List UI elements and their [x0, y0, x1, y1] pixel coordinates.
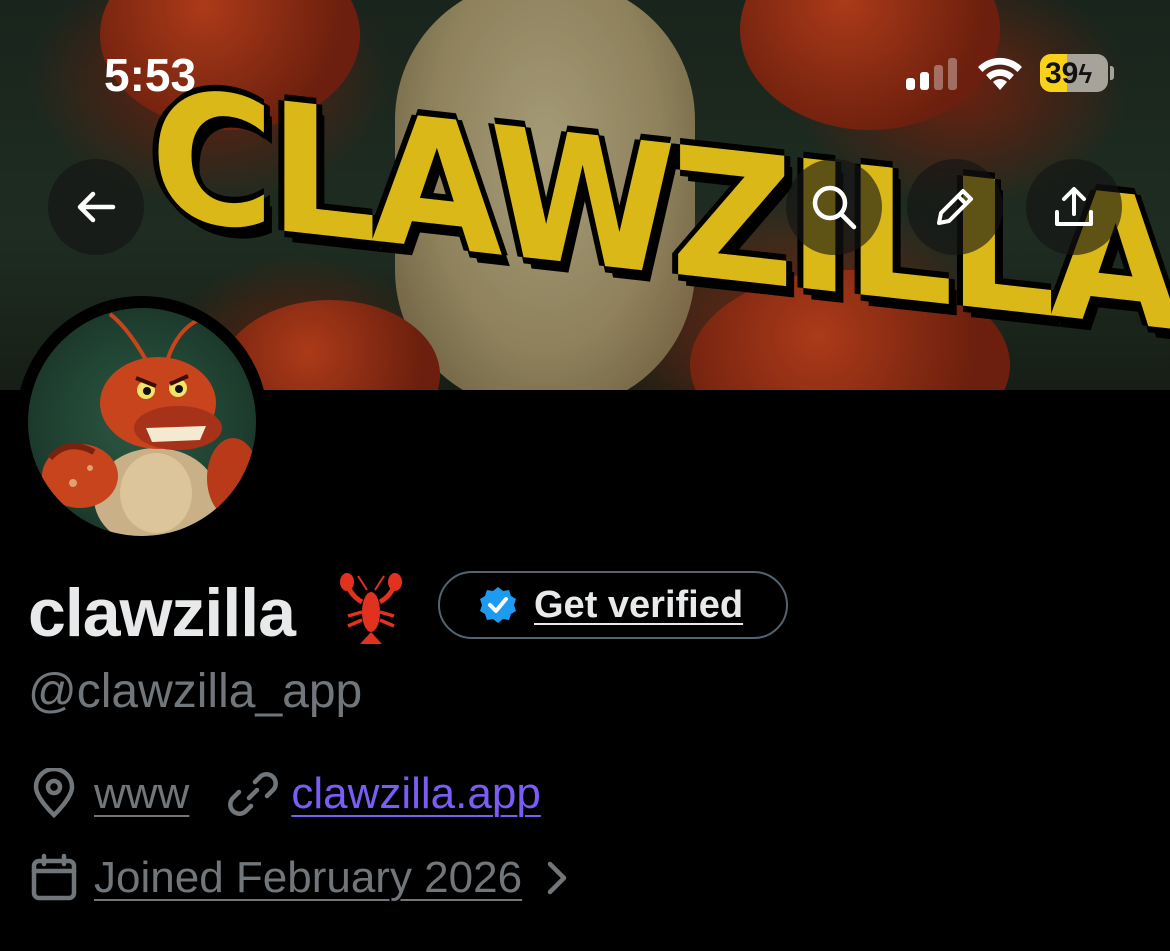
profile-meta-row: www clawzilla.app: [28, 768, 541, 820]
share-button[interactable]: [1026, 159, 1122, 255]
profile-location[interactable]: www: [94, 769, 189, 819]
share-upload-icon: [1055, 187, 1093, 226]
verified-badge-icon: [480, 587, 516, 623]
pencil-icon: [937, 189, 973, 225]
user-handle: @clawzilla_app: [28, 665, 363, 718]
display-name: clawzilla: [28, 575, 296, 651]
get-verified-button[interactable]: Get verified: [438, 571, 788, 639]
location-pin-icon: [33, 768, 75, 819]
charging-bolt-icon: ϟ: [1078, 59, 1093, 89]
search-icon: [812, 185, 857, 230]
battery-cap: [1110, 66, 1114, 80]
status-time: 5:53: [104, 49, 197, 101]
battery-indicator: 39ϟ: [1040, 54, 1108, 92]
back-button[interactable]: [48, 159, 144, 255]
profile-joined-date[interactable]: Joined February 2026: [94, 853, 522, 903]
get-verified-label: Get verified: [534, 583, 744, 626]
profile-website-link[interactable]: clawzilla.app: [291, 769, 540, 819]
calendar-icon: [31, 853, 77, 901]
profile-meta-row: Joined February 2026: [28, 852, 572, 904]
battery-percent: 39ϟ: [1045, 57, 1093, 90]
arrow-left-icon: [77, 191, 116, 223]
search-button[interactable]: [786, 159, 882, 255]
lobster-emoji-icon: [340, 573, 402, 644]
link-icon: [228, 772, 279, 816]
cellular-signal-icon: [906, 56, 960, 90]
avatar[interactable]: [28, 308, 256, 536]
wifi-icon: [978, 57, 1022, 90]
chevron-right-icon[interactable]: [542, 858, 572, 898]
edit-button[interactable]: [907, 159, 1003, 255]
lobster-avatar-image: [42, 312, 256, 536]
